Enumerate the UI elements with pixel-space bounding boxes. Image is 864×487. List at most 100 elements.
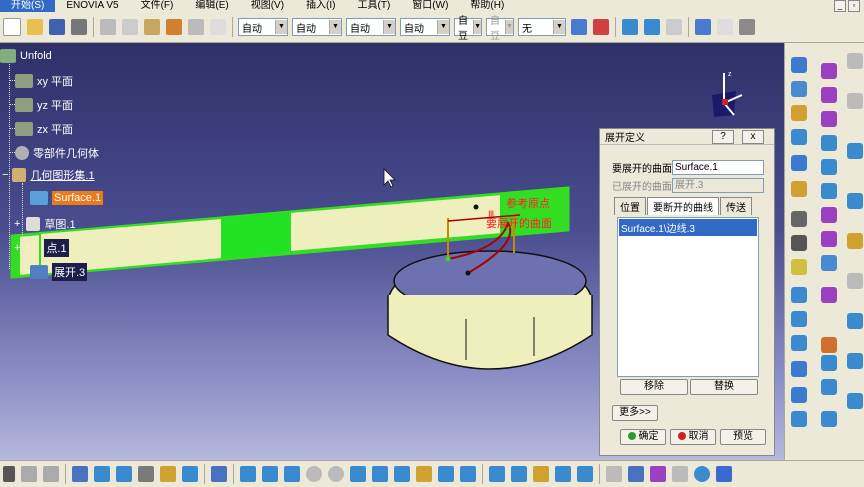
expand-icon[interactable]: +	[14, 218, 20, 230]
point-tool-icon[interactable]	[791, 211, 807, 227]
extrude-icon[interactable]	[791, 81, 807, 97]
cube-view-icon[interactable]	[650, 466, 666, 482]
chevron-down-icon[interactable]: ▼	[437, 20, 449, 34]
brush-icon[interactable]	[593, 19, 609, 35]
point-combo[interactable]: 自豆 ▼	[454, 16, 482, 42]
helix-icon[interactable]	[791, 311, 807, 327]
edge-icon[interactable]	[847, 53, 863, 69]
copy-icon[interactable]	[122, 19, 138, 35]
move-icon[interactable]	[284, 466, 300, 482]
cut-icon[interactable]	[100, 19, 116, 35]
offset-icon[interactable]	[821, 111, 837, 127]
chevron-down-icon[interactable]: ▼	[505, 20, 513, 34]
measure-icon[interactable]	[847, 143, 863, 159]
tab-position[interactable]: 位置	[614, 197, 646, 215]
corner-icon[interactable]	[791, 387, 807, 403]
geometry-icon[interactable]	[695, 19, 711, 35]
catalog-icon[interactable]	[138, 466, 154, 482]
blend-icon[interactable]	[791, 129, 807, 145]
menu-edit[interactable]: 编辑(E)	[184, 0, 239, 12]
tree-item-point[interactable]: + · 点.1	[14, 239, 69, 257]
preview-button[interactable]: 预览	[720, 429, 766, 445]
spline-icon[interactable]	[791, 287, 807, 303]
refresh-icon[interactable]	[694, 466, 710, 482]
zoom-in-icon[interactable]	[306, 466, 322, 482]
chart-icon[interactable]	[116, 466, 132, 482]
fill-icon[interactable]	[821, 87, 837, 103]
tree-item-yz-plane[interactable]: yz 平面	[15, 97, 73, 113]
wireframe-icon[interactable]	[717, 19, 733, 35]
minimize-icon[interactable]: _	[834, 0, 846, 12]
boundary-icon[interactable]	[791, 181, 807, 197]
expand-icon[interactable]: +	[14, 242, 20, 254]
pan-icon[interactable]	[262, 466, 278, 482]
redo-icon[interactable]	[188, 19, 204, 35]
menu-window[interactable]: 窗口(W)	[401, 0, 459, 12]
chevron-down-icon[interactable]: ▼	[329, 20, 341, 34]
pointer-icon[interactable]	[847, 93, 863, 109]
render-icon[interactable]	[847, 313, 863, 329]
chevron-down-icon[interactable]: ▼	[383, 20, 395, 34]
chevron-down-icon[interactable]: ▼	[473, 20, 481, 34]
comment-icon[interactable]	[21, 466, 37, 482]
tree-view-icon[interactable]	[211, 466, 227, 482]
formula-icon[interactable]	[3, 466, 15, 482]
parts-icon[interactable]	[739, 19, 755, 35]
paint-icon[interactable]	[571, 19, 587, 35]
tree-item-geoset[interactable]: − 几何图形集.1	[2, 167, 95, 183]
menu-start[interactable]: 开始(S)	[0, 0, 56, 12]
zoom-tool-icon[interactable]	[847, 273, 863, 289]
blend-icon[interactable]	[666, 19, 682, 35]
hide-show-icon[interactable]	[438, 466, 454, 482]
color-combo[interactable]: 自动 ▼	[238, 18, 288, 36]
transparency-combo[interactable]: 自动 ▼	[292, 18, 342, 36]
help-button[interactable]: ?	[712, 130, 734, 144]
circle-icon[interactable]	[791, 361, 807, 377]
sweep-icon[interactable]	[622, 19, 638, 35]
connect-icon[interactable]	[821, 287, 837, 303]
paste-icon[interactable]	[144, 19, 160, 35]
chevron-down-icon[interactable]: ▼	[275, 20, 287, 34]
crab-icon[interactable]	[821, 337, 837, 353]
zoom-out-icon[interactable]	[328, 466, 344, 482]
line-icon[interactable]	[791, 235, 807, 251]
spiral-icon[interactable]	[791, 335, 807, 351]
chevron-down-icon[interactable]: ▼	[553, 20, 565, 34]
iso-view-icon[interactable]	[394, 466, 410, 482]
projection-icon[interactable]	[821, 379, 837, 395]
cube-icon[interactable]	[821, 207, 837, 223]
open-icon[interactable]	[27, 19, 43, 35]
split-icon[interactable]	[791, 155, 807, 171]
surface-field[interactable]: Surface.1	[672, 160, 764, 175]
tree-item-sketch[interactable]: + 草图.1	[14, 216, 76, 232]
tab-transfer[interactable]: 传送	[720, 197, 752, 215]
update-icon[interactable]	[672, 466, 688, 482]
fill-icon[interactable]	[644, 19, 660, 35]
remove-button[interactable]: 移除	[620, 379, 688, 395]
table-icon[interactable]	[72, 466, 88, 482]
shade-icon[interactable]	[847, 193, 863, 209]
help-arrow-icon[interactable]	[210, 19, 226, 35]
tree-item-part-body[interactable]: 零部件几何体	[15, 145, 99, 161]
analysis-icon[interactable]	[847, 233, 863, 249]
lineweight-combo[interactable]: 自动 ▼	[400, 18, 450, 36]
menu-enovia[interactable]: ENOVIA V5	[55, 0, 129, 12]
sweep-icon[interactable]	[791, 57, 807, 73]
knowledge-icon[interactable]	[160, 466, 176, 482]
join-icon[interactable]	[821, 135, 837, 151]
surface-icon[interactable]	[821, 63, 837, 79]
save-icon[interactable]	[49, 19, 65, 35]
new-icon[interactable]	[3, 18, 21, 36]
view-icon[interactable]	[847, 353, 863, 369]
point-1[interactable]	[473, 204, 479, 210]
more-button[interactable]: 更多>>	[612, 405, 658, 421]
measure-item-icon[interactable]	[533, 466, 549, 482]
constraint-icon[interactable]	[577, 466, 593, 482]
axis-icon[interactable]	[821, 355, 837, 371]
flag-icon[interactable]	[628, 466, 644, 482]
compass-icon[interactable]: z	[712, 71, 743, 117]
menu-insert[interactable]: 插入(I)	[295, 0, 346, 12]
collapse-icon[interactable]: −	[2, 169, 8, 181]
menu-help[interactable]: 帮助(H)	[459, 0, 515, 12]
plane-tool-icon[interactable]	[791, 259, 807, 275]
